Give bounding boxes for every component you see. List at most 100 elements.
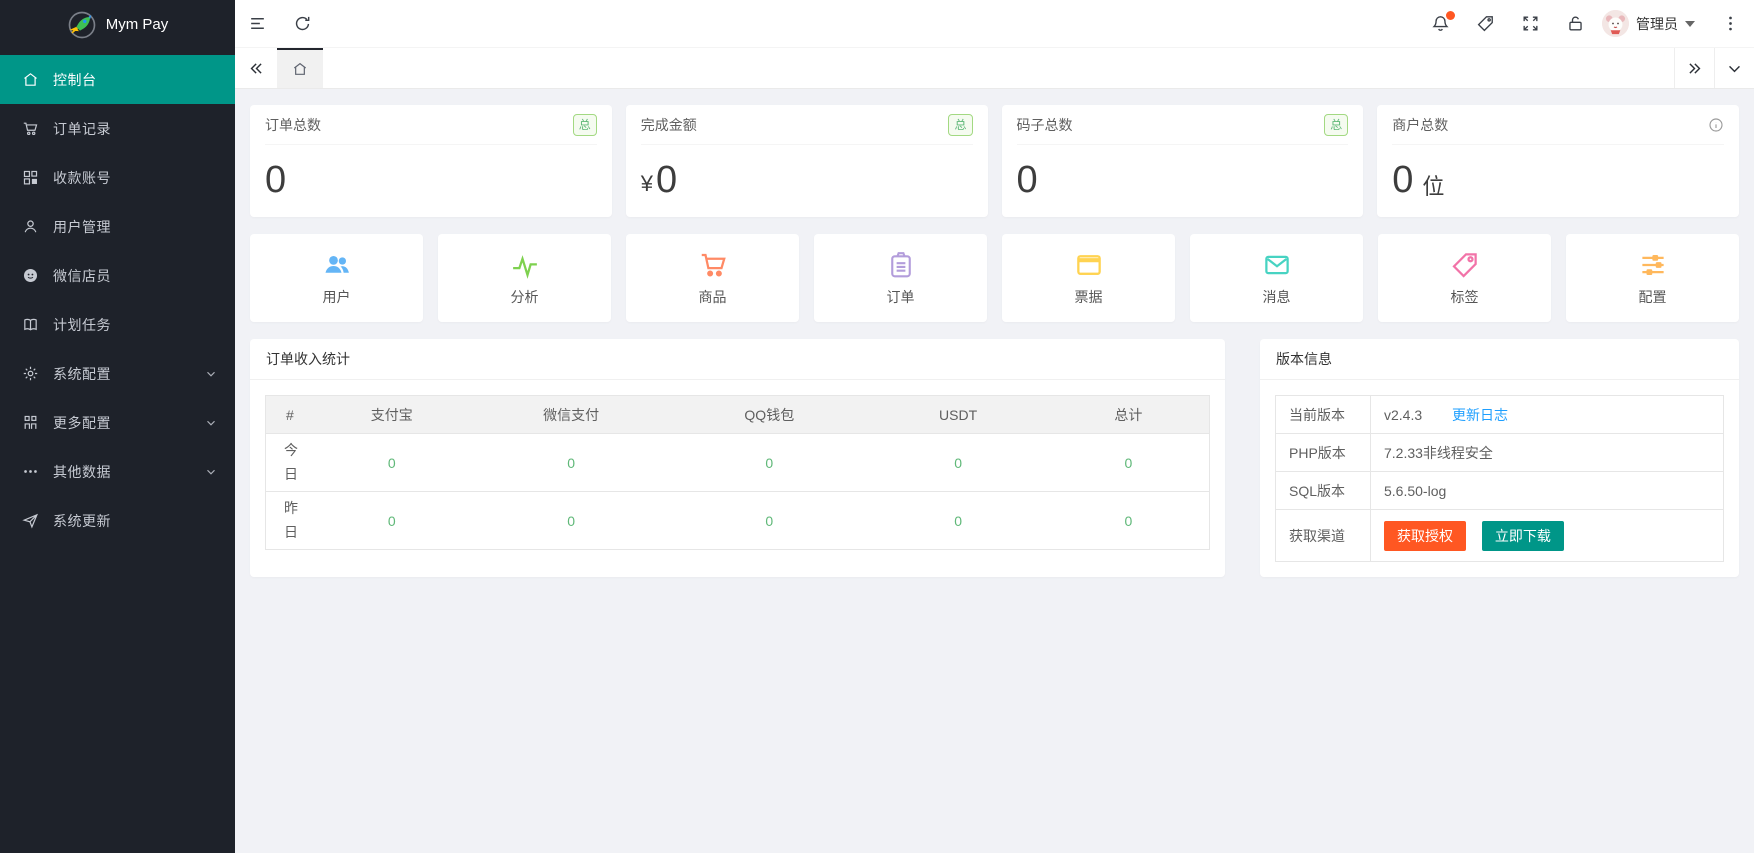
total-badge: 总: [573, 114, 597, 136]
sidebar-item-order-records[interactable]: 订单记录: [0, 104, 235, 153]
shortcut-tags[interactable]: 标签: [1378, 234, 1551, 322]
table-row-yesterday: 昨日 0 0 0 0 0: [266, 492, 1210, 550]
sidebar-item-label: 其他数据: [53, 462, 111, 482]
col-header: USDT: [868, 396, 1047, 434]
avatar[interactable]: [1602, 10, 1629, 37]
cell-value: 0: [868, 492, 1047, 550]
sidebar-item-label: 微信店员: [53, 266, 111, 286]
users-icon: [322, 249, 352, 281]
stat-card-total-orders: 订单总数 总 0: [250, 105, 612, 217]
total-badge: 总: [948, 114, 972, 136]
sidebar-item-label: 更多配置: [53, 413, 111, 433]
cell-value: 0: [312, 492, 472, 550]
stat-title: 码子总数: [1017, 115, 1073, 135]
shortcut-tickets[interactable]: 票据: [1002, 234, 1175, 322]
stat-value: 0: [1392, 159, 1413, 202]
panel-title: 订单收入统计: [250, 339, 1225, 380]
lock-icon[interactable]: [1565, 14, 1585, 34]
ellipsis-icon: [21, 463, 39, 481]
tab-options-icon[interactable]: [1714, 48, 1754, 88]
tab-home[interactable]: [277, 48, 323, 88]
row-label: 今日: [266, 434, 312, 492]
info-icon[interactable]: [1708, 117, 1724, 133]
sql-version-value: 5.6.50-log: [1371, 472, 1724, 510]
pulse-icon: [510, 249, 540, 281]
row-label: 获取渠道: [1276, 510, 1371, 562]
stat-unit: 位: [1422, 159, 1444, 201]
sidebar-item-more-config[interactable]: 更多配置: [0, 398, 235, 447]
col-header: QQ钱包: [670, 396, 868, 434]
version-row-sql: SQL版本 5.6.50-log: [1276, 472, 1724, 510]
shortcut-settings[interactable]: 配置: [1566, 234, 1739, 322]
shortcut-label: 订单: [887, 287, 915, 307]
sidebar-item-user-management[interactable]: 用户管理: [0, 202, 235, 251]
app-root: Mym Pay 控制台 订单记录 收款账号 用户管理 微信店员: [0, 0, 1754, 853]
order-income-panel: 订单收入统计 # 支付宝 微信支付 QQ钱包 USDT: [250, 339, 1225, 577]
version-row-current: 当前版本 v2.4.3 更新日志: [1276, 396, 1724, 434]
sidebar-item-receiving-accounts[interactable]: 收款账号: [0, 153, 235, 202]
sidebar-item-system-config[interactable]: 系统配置: [0, 349, 235, 398]
version-row-channel: 获取渠道 获取授权 立即下载: [1276, 510, 1724, 562]
clipboard-icon: [886, 249, 916, 281]
sidebar-item-dashboard[interactable]: 控制台: [0, 55, 235, 104]
panel-title: 版本信息: [1260, 339, 1739, 380]
version-table: 当前版本 v2.4.3 更新日志 PHP版本 7.2.33非线程安全: [1275, 395, 1724, 562]
scroll-tabs-left-icon[interactable]: [235, 48, 277, 88]
fullscreen-icon[interactable]: [1520, 14, 1540, 34]
mail-icon: [1262, 249, 1292, 281]
sidebar-item-system-update[interactable]: 系统更新: [0, 496, 235, 545]
user-name: 管理员: [1636, 14, 1678, 34]
col-header: 支付宝: [312, 396, 472, 434]
wechat-icon: [21, 267, 39, 285]
shortcut-analytics[interactable]: 分析: [438, 234, 611, 322]
cell-value: 0: [472, 434, 670, 492]
refresh-icon[interactable]: [292, 14, 312, 34]
php-version-value: 7.2.33非线程安全: [1371, 434, 1724, 472]
current-version-value: v2.4.3: [1384, 407, 1422, 423]
shortcut-label: 消息: [1263, 287, 1291, 307]
notifications-bell-icon[interactable]: [1430, 14, 1450, 34]
row-label: SQL版本: [1276, 472, 1371, 510]
cell-value: 0: [670, 492, 868, 550]
blocks-icon: [21, 169, 39, 187]
main-area: 管理员 订单总数 总 0: [235, 0, 1754, 853]
book-icon: [21, 316, 39, 334]
user-menu[interactable]: 管理员: [1602, 10, 1695, 37]
rocket-logo-icon: [67, 10, 97, 40]
sidebar: Mym Pay 控制台 订单记录 收款账号 用户管理 微信店员: [0, 0, 235, 853]
changelog-link[interactable]: 更新日志: [1452, 407, 1508, 423]
collapse-sidebar-icon[interactable]: [247, 14, 267, 34]
tab-strip-spacer: [323, 48, 1674, 88]
income-table-header-row: # 支付宝 微信支付 QQ钱包 USDT 总计: [266, 396, 1210, 434]
shortcut-label: 用户: [323, 287, 351, 307]
cart-icon: [21, 120, 39, 138]
tag-icon[interactable]: [1475, 14, 1495, 34]
sidebar-item-scheduled-tasks[interactable]: 计划任务: [0, 300, 235, 349]
shortcut-users[interactable]: 用户: [250, 234, 423, 322]
row-label: 昨日: [266, 492, 312, 550]
sidebar-item-label: 收款账号: [53, 168, 111, 188]
sidebar-item-wechat-clerk[interactable]: 微信店员: [0, 251, 235, 300]
notification-dot: [1446, 11, 1455, 20]
shortcut-row: 用户 分析 商品 订单 票据: [250, 234, 1739, 322]
stat-title: 订单总数: [265, 115, 321, 135]
shortcut-label: 配置: [1639, 287, 1667, 307]
shortcut-orders[interactable]: 订单: [814, 234, 987, 322]
chevron-down-icon: [205, 466, 217, 478]
stat-card-completed-amount: 完成金额 总 ¥ 0: [626, 105, 988, 217]
shortcut-messages[interactable]: 消息: [1190, 234, 1363, 322]
stat-value: 0: [1017, 159, 1038, 202]
paper-plane-icon: [21, 512, 39, 530]
ticket-icon: [1074, 249, 1104, 281]
home-icon: [21, 71, 39, 89]
tab-bar: [235, 48, 1754, 89]
scroll-tabs-right-icon[interactable]: [1674, 48, 1714, 88]
stat-value: 0: [265, 159, 286, 202]
get-authorization-button[interactable]: 获取授权: [1384, 521, 1466, 551]
download-now-button[interactable]: 立即下载: [1482, 521, 1564, 551]
cart-icon: [698, 249, 728, 281]
shortcut-products[interactable]: 商品: [626, 234, 799, 322]
sidebar-item-other-data[interactable]: 其他数据: [0, 447, 235, 496]
more-options-icon[interactable]: [1720, 14, 1740, 34]
stat-value: 0: [656, 159, 677, 202]
